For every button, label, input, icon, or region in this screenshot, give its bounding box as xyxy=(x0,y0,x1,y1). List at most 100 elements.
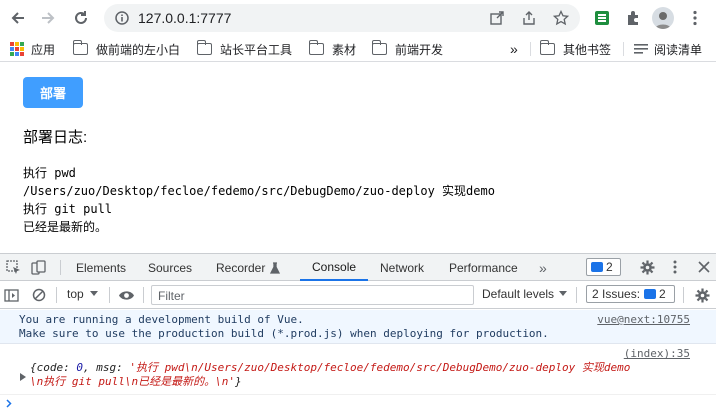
console-toolbar: top Filter Default levels 2 Issues: 2 xyxy=(0,281,716,309)
more-tabs-button[interactable]: » xyxy=(539,254,547,281)
tab-sources[interactable]: Sources xyxy=(148,254,192,281)
log-line: 已经是最新的。 xyxy=(23,220,108,234)
levels-value: Default levels xyxy=(482,287,555,301)
share-icon[interactable] xyxy=(519,8,539,28)
clear-console-icon[interactable] xyxy=(30,286,48,304)
extensions-puzzle-icon[interactable] xyxy=(621,6,645,30)
reload-button[interactable] xyxy=(66,3,96,33)
expand-triangle-icon[interactable] xyxy=(20,373,27,381)
bookmark-apps[interactable]: 应用 xyxy=(10,40,55,58)
sidebar-toggle-icon[interactable] xyxy=(2,286,20,304)
message-icon xyxy=(644,289,657,299)
deploy-log: 执行 pwd /Users/zuo/Desktop/fecloe/fedemo/… xyxy=(23,164,495,236)
tab-label: Recorder xyxy=(216,260,266,275)
folder-icon xyxy=(72,40,88,55)
close-devtools-icon[interactable] xyxy=(695,258,713,276)
back-button[interactable] xyxy=(3,3,33,33)
bookmark-folder[interactable]: 站长平台工具 xyxy=(196,40,293,58)
divider xyxy=(56,287,57,303)
issues-count: 2 xyxy=(606,260,613,274)
log-line: 执行 pwd xyxy=(23,166,76,180)
brace: { xyxy=(30,361,37,374)
avatar[interactable] xyxy=(652,7,674,29)
divider xyxy=(576,287,577,303)
bookmark-folder[interactable]: 素材 xyxy=(308,40,357,58)
reading-list[interactable]: 阅读清单 xyxy=(634,40,702,58)
logged-object-continued: \n执行 git pull\n已经是最新的。\n'} xyxy=(30,375,242,389)
bookmark-folder[interactable]: 前端开发 xyxy=(371,40,444,58)
divider xyxy=(530,42,531,56)
issues-badge[interactable]: 2 xyxy=(586,258,621,276)
other-bookmarks[interactable]: 其他书签 xyxy=(539,40,612,58)
chevron-down-icon xyxy=(89,291,98,296)
log-line: 执行 git pull xyxy=(23,202,113,216)
issues-button[interactable]: 2 Issues: 2 xyxy=(586,285,675,303)
settings-gear-icon[interactable] xyxy=(638,258,656,276)
divider xyxy=(60,260,61,275)
folder-icon xyxy=(539,40,555,55)
context-select[interactable]: top xyxy=(67,287,98,301)
logged-object[interactable]: {code: 0, msg: '执行 pwd\n/Users/zuo/Deskt… xyxy=(30,361,630,375)
deploy-log-title: 部署日志: xyxy=(23,129,88,146)
chevron-down-icon xyxy=(559,291,568,296)
log-levels-select[interactable]: Default levels xyxy=(482,287,568,301)
console-settings-gear-icon[interactable] xyxy=(693,286,711,304)
brace: } xyxy=(234,375,242,388)
folder-icon xyxy=(371,40,387,55)
reading-list-icon xyxy=(634,44,648,54)
tab-elements[interactable]: Elements xyxy=(76,254,126,281)
arrow-left-icon xyxy=(11,12,24,24)
bookmark-folder[interactable]: 做前端的左小白 xyxy=(72,40,180,58)
source-link[interactable]: vue@next:10755 xyxy=(597,313,690,327)
reload-icon xyxy=(75,11,87,24)
divider xyxy=(109,287,110,303)
device-toolbar-icon[interactable] xyxy=(29,258,47,276)
message-icon xyxy=(591,262,603,272)
console-message-info: vue@next:10755 You are running a develop… xyxy=(0,310,716,344)
divider xyxy=(623,42,624,56)
issues-label: 2 Issues: xyxy=(592,287,641,301)
devtools-menu-icon[interactable] xyxy=(666,258,684,276)
message-text: Make sure to use the production build (*… xyxy=(19,327,549,340)
bookmark-label: 阅读清单 xyxy=(654,42,703,57)
address-bar[interactable]: 127.0.0.1:7777 xyxy=(104,4,580,32)
tab-performance[interactable]: Performance xyxy=(449,254,518,281)
console-prompt-icon[interactable] xyxy=(6,397,12,411)
bookmark-label: 其他书签 xyxy=(563,42,612,57)
url-text: 127.0.0.1:7777 xyxy=(138,10,232,26)
open-external-icon[interactable] xyxy=(487,8,507,28)
bookmarks-overflow-button[interactable]: » xyxy=(510,40,518,58)
tab-network[interactable]: Network xyxy=(380,254,424,281)
object-value-string: '执行 pwd\n/Users/zuo/Desktop/fecloe/fedem… xyxy=(129,361,631,374)
folder-icon xyxy=(308,40,324,55)
divider xyxy=(143,287,144,303)
bookmark-label: 前端开发 xyxy=(395,42,444,57)
forward-button[interactable] xyxy=(33,3,63,33)
divider xyxy=(683,287,684,303)
folder-icon xyxy=(196,40,212,55)
log-line: /Users/zuo/Desktop/fecloe/fedemo/src/Deb… xyxy=(23,184,495,198)
arrow-right-icon xyxy=(42,12,55,24)
object-value-string: \n执行 git pull\n已经是最新的。\n' xyxy=(30,375,235,388)
devtools-tabbar: Elements Sources Recorder Console Networ… xyxy=(0,254,716,281)
issues-count: 2 xyxy=(659,287,666,301)
deploy-button[interactable]: 部署 xyxy=(23,77,83,108)
console-filter-input[interactable]: Filter xyxy=(151,285,474,305)
tab-recorder[interactable]: Recorder xyxy=(216,254,281,281)
bookmark-label: 素材 xyxy=(332,42,357,57)
tab-console[interactable]: Console xyxy=(300,254,369,281)
bookmark-star-icon[interactable] xyxy=(551,8,571,28)
object-key: code xyxy=(36,361,64,374)
object-key: msg xyxy=(96,361,117,374)
inspect-element-icon[interactable] xyxy=(4,258,22,276)
bookmark-label: 站长平台工具 xyxy=(220,42,293,57)
menu-kebab-icon[interactable] xyxy=(683,6,707,30)
devtools-panel: Elements Sources Recorder Console Networ… xyxy=(0,253,716,420)
source-link[interactable]: (index):35 xyxy=(624,347,690,361)
bookmark-label: 应用 xyxy=(31,42,56,57)
bookmarks-bar: 应用 做前端的左小白 站长平台工具 素材 前端开发 » 其他书签 阅读清单 xyxy=(0,36,716,62)
live-expression-eye-icon[interactable] xyxy=(116,286,136,304)
apps-grid-icon xyxy=(10,42,24,56)
extension-sheet-icon[interactable] xyxy=(590,6,614,30)
site-info-icon[interactable] xyxy=(112,8,132,28)
